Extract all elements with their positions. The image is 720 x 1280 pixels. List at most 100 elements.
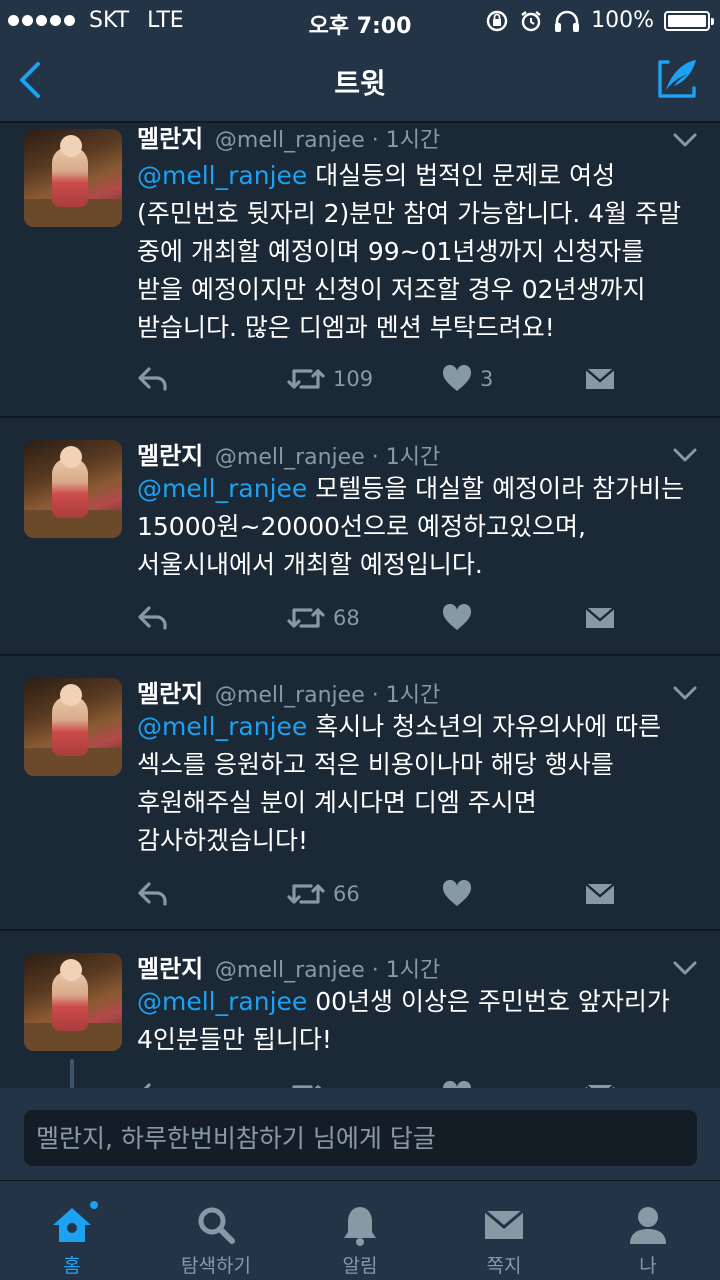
envelope-icon: [585, 883, 615, 904]
reply-button[interactable]: [137, 1077, 169, 1088]
tab-label: 쪽지: [486, 1255, 522, 1277]
chevron-down-icon[interactable]: [672, 131, 698, 149]
heart-icon: [442, 365, 472, 391]
like-count: 3: [480, 367, 494, 391]
display-name[interactable]: 멜란지: [137, 955, 203, 983]
heart-icon: [442, 604, 472, 630]
tab-label: 나: [639, 1255, 657, 1277]
status-bar: SKT LTE 오후 7:00 100%: [0, 0, 720, 40]
chevron-down-icon[interactable]: [672, 684, 698, 702]
display-name[interactable]: 멜란지: [137, 125, 203, 153]
tweet-header: 멜란지 @mell_ranjee · 1시간: [137, 436, 440, 471]
tweet-actions: [137, 1077, 697, 1088]
tweet-text: @mell_ranjee 모텔등을 대실할 예정이라 참가비는 15000원~2…: [137, 470, 697, 584]
display-name[interactable]: 멜란지: [137, 680, 203, 708]
envelope-icon: [484, 1209, 524, 1239]
like-button[interactable]: [442, 600, 472, 636]
reply-input[interactable]: [24, 1110, 697, 1166]
heart-icon: [442, 1081, 472, 1088]
handle-time: @mell_ranjee · 1시간: [214, 683, 441, 708]
tweet-card[interactable]: 멜란지 @mell_ranjee · 1시간 @mell_ranjee 00년생…: [0, 931, 720, 1088]
handle-time: @mell_ranjee · 1시간: [214, 128, 441, 153]
tweet-thread[interactable]: 멜란지 @mell_ranjee · 1시간 @mell_ranjee 대실등의…: [0, 123, 720, 1088]
like-button[interactable]: 3: [442, 361, 493, 397]
tab-label: 알림: [342, 1255, 378, 1277]
direct-message-button[interactable]: [585, 1077, 615, 1088]
envelope-icon: [585, 607, 615, 628]
retweet-count: 109: [333, 367, 374, 391]
retweet-button[interactable]: 109: [287, 361, 373, 397]
avatar[interactable]: [24, 953, 122, 1051]
avatar[interactable]: [24, 440, 122, 538]
tab-label: 홈: [63, 1255, 81, 1277]
chevron-down-icon[interactable]: [672, 446, 698, 464]
tweet-card[interactable]: 멜란지 @mell_ranjee · 1시간 @mell_ranjee 모텔등을…: [0, 418, 720, 655]
alarm-icon: [521, 10, 541, 31]
tweet-header: 멜란지 @mell_ranjee · 1시간: [137, 674, 440, 709]
avatar[interactable]: [24, 678, 122, 776]
heart-icon: [442, 880, 472, 906]
reply-composer: [0, 1088, 720, 1180]
direct-message-button[interactable]: [585, 600, 615, 636]
retweet-button[interactable]: 66: [287, 876, 360, 912]
avatar[interactable]: [24, 129, 122, 227]
orientation-lock-icon: [486, 10, 508, 31]
reply-button[interactable]: [137, 361, 169, 397]
bell-icon: [344, 1207, 376, 1246]
handle-time: @mell_ranjee · 1시간: [214, 445, 441, 470]
display-name[interactable]: 멜란지: [137, 442, 203, 470]
like-button[interactable]: [442, 1077, 472, 1088]
tweet-actions: 68: [137, 600, 697, 636]
tweet-actions: 109 3: [137, 361, 697, 397]
envelope-icon: [585, 368, 615, 389]
battery-icon: [664, 10, 714, 31]
nav-bar: 트윗: [0, 40, 720, 122]
tab-bar: 홈 탐색하기 알림 쪽지 나: [0, 1180, 720, 1280]
retweet-icon: [287, 369, 325, 389]
reply-icon: [138, 882, 167, 906]
compose-tweet-icon[interactable]: [654, 56, 700, 102]
reply-box[interactable]: [24, 1110, 697, 1166]
retweet-count: 66: [333, 882, 360, 906]
tab-home[interactable]: 홈: [0, 1181, 144, 1280]
handle-time: @mell_ranjee · 1시간: [214, 958, 441, 983]
retweet-icon: [287, 608, 325, 628]
retweet-icon: [292, 1085, 322, 1088]
tweet-card[interactable]: 멜란지 @mell_ranjee · 1시간 @mell_ranjee 대실등의…: [0, 123, 720, 417]
reply-icon: [143, 1083, 151, 1088]
reply-icon: [138, 367, 167, 391]
reply-button[interactable]: [137, 600, 169, 636]
tab-notifications[interactable]: 알림: [288, 1181, 432, 1280]
headphones-icon: [555, 10, 580, 32]
mention-link[interactable]: @mell_ranjee: [137, 474, 307, 503]
tweet-text: @mell_ranjee 대실등의 법적인 문제로 여성(주민번호 뒷자리 2)…: [137, 157, 697, 347]
direct-message-button[interactable]: [585, 361, 615, 397]
direct-message-button[interactable]: [585, 876, 615, 912]
home-icon: [53, 1208, 91, 1242]
reply-button[interactable]: [137, 876, 169, 912]
tab-messages[interactable]: 쪽지: [432, 1181, 576, 1280]
tweet-header: 멜란지 @mell_ranjee · 1시간: [137, 949, 440, 984]
search-icon: [198, 1207, 235, 1244]
tweet-text: @mell_ranjee 혹시나 청소년의 자유의사에 따른 섹스를 응원하고 …: [137, 708, 697, 860]
reply-icon: [138, 606, 167, 630]
page-title: 트윗: [334, 67, 386, 100]
tweet-actions: 66: [137, 876, 697, 912]
tweet-header: 멜란지 @mell_ranjee · 1시간: [137, 123, 440, 154]
tab-me[interactable]: 나: [576, 1181, 720, 1280]
retweet-count: 68: [333, 606, 360, 630]
tab-label: 탐색하기: [181, 1255, 251, 1277]
notification-dot: [88, 1199, 100, 1211]
battery-percent: 100%: [591, 8, 654, 33]
mention-link[interactable]: @mell_ranjee: [137, 987, 307, 1016]
person-icon: [630, 1207, 666, 1244]
chevron-down-icon[interactable]: [672, 959, 698, 977]
retweet-button[interactable]: 68: [287, 600, 360, 636]
retweet-button[interactable]: [287, 1077, 325, 1088]
like-button[interactable]: [442, 876, 472, 912]
mention-link[interactable]: @mell_ranjee: [137, 712, 307, 741]
mention-link[interactable]: @mell_ranjee: [137, 161, 307, 190]
tweet-card[interactable]: 멜란지 @mell_ranjee · 1시간 @mell_ranjee 혹시나 …: [0, 656, 720, 930]
tab-explore[interactable]: 탐색하기: [144, 1181, 288, 1280]
retweet-icon: [287, 884, 325, 904]
